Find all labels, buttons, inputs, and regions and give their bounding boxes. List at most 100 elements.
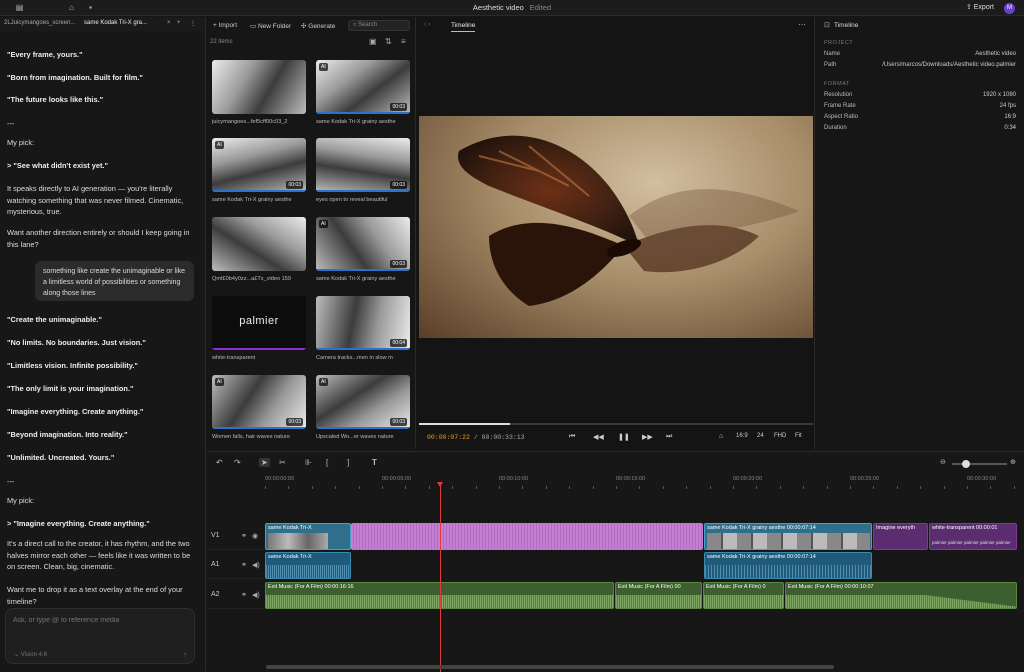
name-value[interactable]: Aesthetic video	[975, 51, 1016, 57]
aspect-ratio-select[interactable]: 16:9	[736, 433, 748, 439]
volume-icon[interactable]: ◀)	[252, 591, 260, 599]
horizontal-scrollbar[interactable]	[266, 665, 834, 669]
scrubber[interactable]	[419, 423, 813, 425]
quality-select[interactable]: FHD	[774, 433, 786, 439]
link-icon[interactable]: ⚭	[241, 591, 247, 599]
a2-clip-music-4[interactable]: Exit Music (For A Film) 00:00:10:07	[785, 582, 1017, 609]
ruler-tick	[943, 486, 945, 489]
framerate-value[interactable]: 24 fps	[1000, 103, 1016, 109]
chat-message: ---	[7, 119, 15, 128]
media-thumbnail[interactable]: AI 00:03	[316, 375, 410, 429]
playhead-handle[interactable]	[437, 482, 443, 487]
add-tab-icon[interactable]: +	[177, 20, 181, 26]
ruler-tick	[803, 486, 805, 489]
ruler-tick	[709, 486, 711, 489]
a1-clip-kodak-2[interactable]: same Kodak Tri-X grainy aesthe 00:00:07:…	[704, 552, 872, 579]
redo-icon[interactable]: ↷	[234, 458, 241, 467]
trim-start-icon[interactable]: [	[326, 458, 328, 467]
ruler-label: 00:00:15:00	[616, 476, 646, 482]
zoom-out-icon[interactable]: ⊖	[940, 458, 946, 466]
zoom-slider[interactable]	[952, 460, 1007, 468]
folder-view-icon[interactable]: ▣	[369, 37, 377, 46]
zoom-in-icon[interactable]: ⊕	[1010, 458, 1016, 466]
usage-bar	[316, 348, 410, 350]
select-tool-icon[interactable]: ➤	[259, 458, 270, 467]
media-caption: Upscaled Wo...er waves nature	[316, 434, 394, 440]
split-icon[interactable]: ⊪	[305, 458, 312, 467]
import-button[interactable]: + Import	[213, 22, 237, 29]
sort-icon[interactable]: ⇅	[385, 37, 392, 46]
v1-clip-purple[interactable]	[351, 523, 703, 550]
media-thumbnail[interactable]: palmier	[212, 296, 306, 350]
media-thumbnail[interactable]: 00:04	[316, 296, 410, 350]
a2-clip-music-2[interactable]: Exit Music (For A Film) 00	[615, 582, 702, 609]
media-thumbnail[interactable]: 00:03	[316, 138, 410, 192]
model-selector[interactable]: ⌄ Vision 4.6	[14, 651, 47, 658]
v1-clip-logo[interactable]: white-transparent 00:00:01 palmier palmi…	[929, 523, 1017, 550]
chat-message: "No limits. No boundaries. Just vision."	[7, 338, 146, 347]
media-thumbnail[interactable]: AI 00:03	[316, 60, 410, 114]
scrubber-progress	[419, 423, 510, 425]
search-input[interactable]: ⌕ Search	[348, 20, 410, 31]
visibility-icon[interactable]: ◉	[252, 532, 258, 540]
media-thumbnail[interactable]: AI 00:03	[212, 138, 306, 192]
text-tool-icon[interactable]: T	[372, 458, 377, 467]
a1-clip-kodak-1[interactable]: same Kodak Tri-X	[265, 552, 351, 579]
time-ruler[interactable]: 00:00:00:00 00:00:05:00 00:00:10:00 00:00:1…	[265, 472, 1024, 489]
trim-end-icon[interactable]: ]	[347, 458, 349, 467]
new-folder-button[interactable]: ▭ New Folder	[250, 22, 291, 30]
edit-status: Edited	[529, 3, 552, 12]
razor-tool-icon[interactable]: ✂	[279, 458, 286, 467]
skip-start-icon[interactable]: ⏮	[569, 433, 575, 441]
media-caption: same Kodak Tri-X grainy aesthe	[316, 119, 396, 125]
ruler-tick	[639, 486, 641, 489]
media-thumbnail[interactable]: AI 00:03	[212, 375, 306, 429]
a2-clip-music-3[interactable]: Exit Music (For A Film) 0	[703, 582, 784, 609]
track-label-a1: A1	[211, 561, 220, 568]
usage-bar	[212, 427, 306, 429]
close-tab-icon[interactable]: ×	[167, 20, 171, 26]
duration-badge: 00:03	[390, 103, 407, 111]
link-icon[interactable]: ⚭	[241, 532, 247, 540]
resolution-value[interactable]: 1920 x 1080	[983, 92, 1016, 98]
avatar[interactable]: M	[1004, 3, 1015, 14]
volume-icon[interactable]: ◀)	[252, 561, 260, 569]
export-button[interactable]: ⇪ Export	[966, 3, 994, 11]
v1-clip-text-overlay[interactable]: Imagine everyth	[873, 523, 928, 550]
pause-icon[interactable]: ❚❚	[618, 433, 630, 441]
more-icon[interactable]: ⋯	[798, 20, 806, 29]
zoom-knob[interactable]	[962, 460, 970, 468]
tab-timeline[interactable]: Timeline	[451, 22, 476, 32]
usage-bar	[316, 427, 410, 429]
properties-panel: ⊡ Timeline PROJECT Name Aesthetic video …	[816, 17, 1024, 449]
media-thumbnail[interactable]: AI 00:03	[316, 217, 410, 271]
v1-clip-kodak-2[interactable]: same Kodak Tri-X grainy aesthe 00:00:07:…	[704, 523, 872, 550]
filter-icon[interactable]: ≡	[401, 37, 406, 46]
step-back-icon[interactable]: ◀◀	[593, 433, 604, 441]
fit-select[interactable]: Fit	[795, 433, 802, 439]
link-icon[interactable]: ⚭	[241, 561, 247, 569]
skip-end-icon[interactable]: ⏭	[666, 433, 672, 441]
nav-back-forward-icon[interactable]: ‹ ›	[424, 21, 431, 28]
video-frame[interactable]	[419, 116, 813, 338]
ruler-tick	[779, 486, 781, 489]
media-thumbnail[interactable]	[212, 60, 306, 114]
aspect-value[interactable]: 16:9	[1004, 114, 1016, 120]
generate-button[interactable]: ✣ Generate	[301, 22, 335, 30]
ruler-tick	[522, 486, 524, 489]
safe-area-icon[interactable]: ⌂	[719, 433, 723, 440]
clip-filmstrip	[707, 533, 870, 549]
step-forward-icon[interactable]: ▶▶	[642, 433, 653, 441]
chat-menu-icon[interactable]: ⋮	[190, 20, 196, 27]
send-icon[interactable]: ↑	[183, 650, 187, 659]
chat-tab-1[interactable]: 2LJuicymangoes_screen...	[4, 20, 75, 26]
playhead[interactable]	[437, 482, 443, 672]
undo-icon[interactable]: ↶	[216, 458, 223, 467]
fps-select[interactable]: 24	[757, 433, 764, 439]
chat-tab-2[interactable]: same Kodak Tri-X gra...	[84, 20, 147, 26]
ruler-label: 00:00:00:00	[265, 476, 295, 482]
audio-waveform	[266, 565, 350, 578]
chat-input[interactable]	[13, 617, 183, 624]
v1-clip-kodak-1[interactable]: same Kodak Tri-X	[265, 523, 351, 550]
media-thumbnail[interactable]	[212, 217, 306, 271]
